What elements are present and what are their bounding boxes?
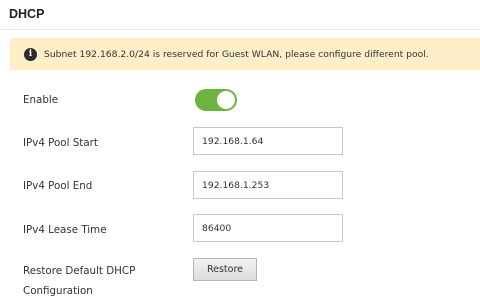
enable-toggle[interactable] <box>195 89 237 111</box>
pool-start-input[interactable] <box>193 127 343 155</box>
restore-button[interactable]: Restore <box>193 258 257 281</box>
alert-message: Subnet 192.168.2.0/24 is reserved for Gu… <box>44 48 429 60</box>
restore-label-line2: Configuration <box>23 285 93 297</box>
warning-alert: i Subnet 192.168.2.0/24 is reserved for … <box>10 38 480 70</box>
header-divider <box>0 29 480 30</box>
info-icon: i <box>24 47 37 61</box>
pool-end-input[interactable] <box>193 171 343 199</box>
pool-end-label: IPv4 Pool End <box>23 180 93 192</box>
lease-time-input[interactable] <box>193 214 343 242</box>
restore-label-line1: Restore Default DHCP <box>23 265 136 277</box>
toggle-knob <box>217 91 235 109</box>
lease-time-label: IPv4 Lease Time <box>23 224 107 236</box>
enable-label: Enable <box>23 94 59 106</box>
pool-start-label: IPv4 Pool Start <box>23 137 98 149</box>
page-title: DHCP <box>9 7 45 21</box>
